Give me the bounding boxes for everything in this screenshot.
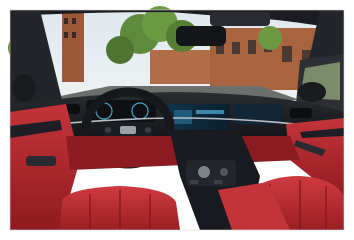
left-side-mirror [12, 74, 36, 102]
overhead-console [210, 12, 270, 26]
right-wheel-buttons [145, 127, 151, 133]
rearview-mirror [176, 26, 226, 46]
screen-map-tile [174, 110, 192, 124]
rotary-gear-knob [198, 166, 210, 178]
screen-info-bar [196, 110, 224, 114]
right-side-mirror [298, 82, 326, 102]
photo-canvas [0, 0, 354, 240]
left-wheel-buttons [105, 127, 111, 133]
steering-wheel-logo [120, 126, 136, 134]
right-vent [290, 108, 312, 118]
car-interior-photo [0, 0, 354, 240]
window-switches [26, 156, 56, 166]
drive-mode-dial [220, 168, 228, 176]
